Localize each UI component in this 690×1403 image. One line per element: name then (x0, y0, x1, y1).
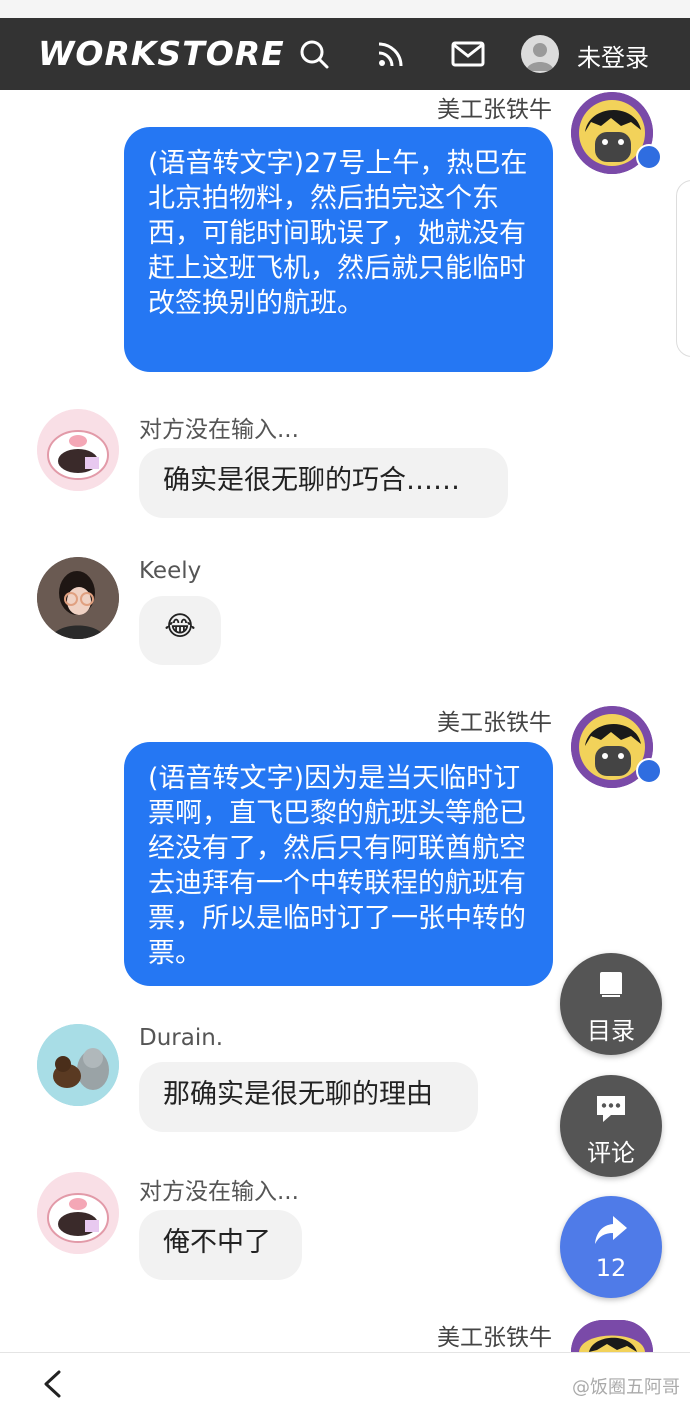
watermark: @饭圈五阿哥 (572, 1377, 680, 1398)
message-bubble: (语音转文字)因为是当天临时订票啊，直飞巴黎的航班头等舱已经没有了，然后只有阿联… (124, 742, 553, 986)
message-bubble: 俺不中了 (139, 1210, 302, 1280)
comment-label: 评论 (587, 1139, 635, 1167)
app-header: WORKSTORE 未登录 (0, 18, 690, 90)
share-count: 12 (595, 1254, 627, 1282)
bottom-nav-bar: @饭圈五阿哥 (0, 1352, 690, 1403)
workstore-logo[interactable]: WORKSTORE (38, 34, 285, 73)
sender-name: Durain. (139, 1025, 224, 1051)
user-avatar[interactable] (521, 35, 559, 73)
search-icon[interactable] (296, 36, 332, 72)
pig-avatar[interactable] (37, 409, 119, 491)
share-arrow-icon (593, 1212, 629, 1248)
sender-avatar[interactable] (571, 1320, 653, 1352)
mail-icon[interactable] (450, 36, 486, 72)
side-drawer-handle[interactable] (676, 180, 690, 357)
message-bubble: (语音转文字)27号上午，热巴在北京拍物料，然后拍完这个东西，可能时间耽误了，她… (124, 127, 553, 372)
status-strip (0, 0, 690, 18)
book-icon (593, 969, 629, 1005)
sender-name: 对方没在输入... (139, 1179, 299, 1205)
verified-badge-icon (636, 758, 662, 784)
keely-avatar[interactable] (37, 557, 119, 639)
message-bubble: 确实是很无聊的巧合…… (139, 448, 508, 518)
durain-avatar[interactable] (37, 1024, 119, 1106)
share-button[interactable]: 12 (560, 1196, 662, 1298)
pig-avatar[interactable] (37, 1172, 119, 1254)
message-bubble: 那确实是很无聊的理由 (139, 1062, 478, 1132)
comment-button[interactable]: 评论 (560, 1075, 662, 1177)
rss-icon[interactable] (373, 36, 409, 72)
toc-label: 目录 (587, 1017, 635, 1045)
sender-name: 美工张铁牛 (437, 97, 552, 123)
message-bubble: 😂 (139, 596, 221, 665)
login-link[interactable]: 未登录 (577, 38, 649, 73)
toc-button[interactable]: 目录 (560, 953, 662, 1055)
back-arrow-icon[interactable] (40, 1369, 64, 1399)
sender-name: 对方没在输入... (139, 417, 299, 443)
sender-name: 美工张铁牛 (437, 1325, 552, 1351)
comment-icon (593, 1091, 629, 1127)
verified-badge-icon (636, 144, 662, 170)
sender-name: Keely (139, 558, 202, 584)
sender-name: 美工张铁牛 (437, 710, 552, 736)
